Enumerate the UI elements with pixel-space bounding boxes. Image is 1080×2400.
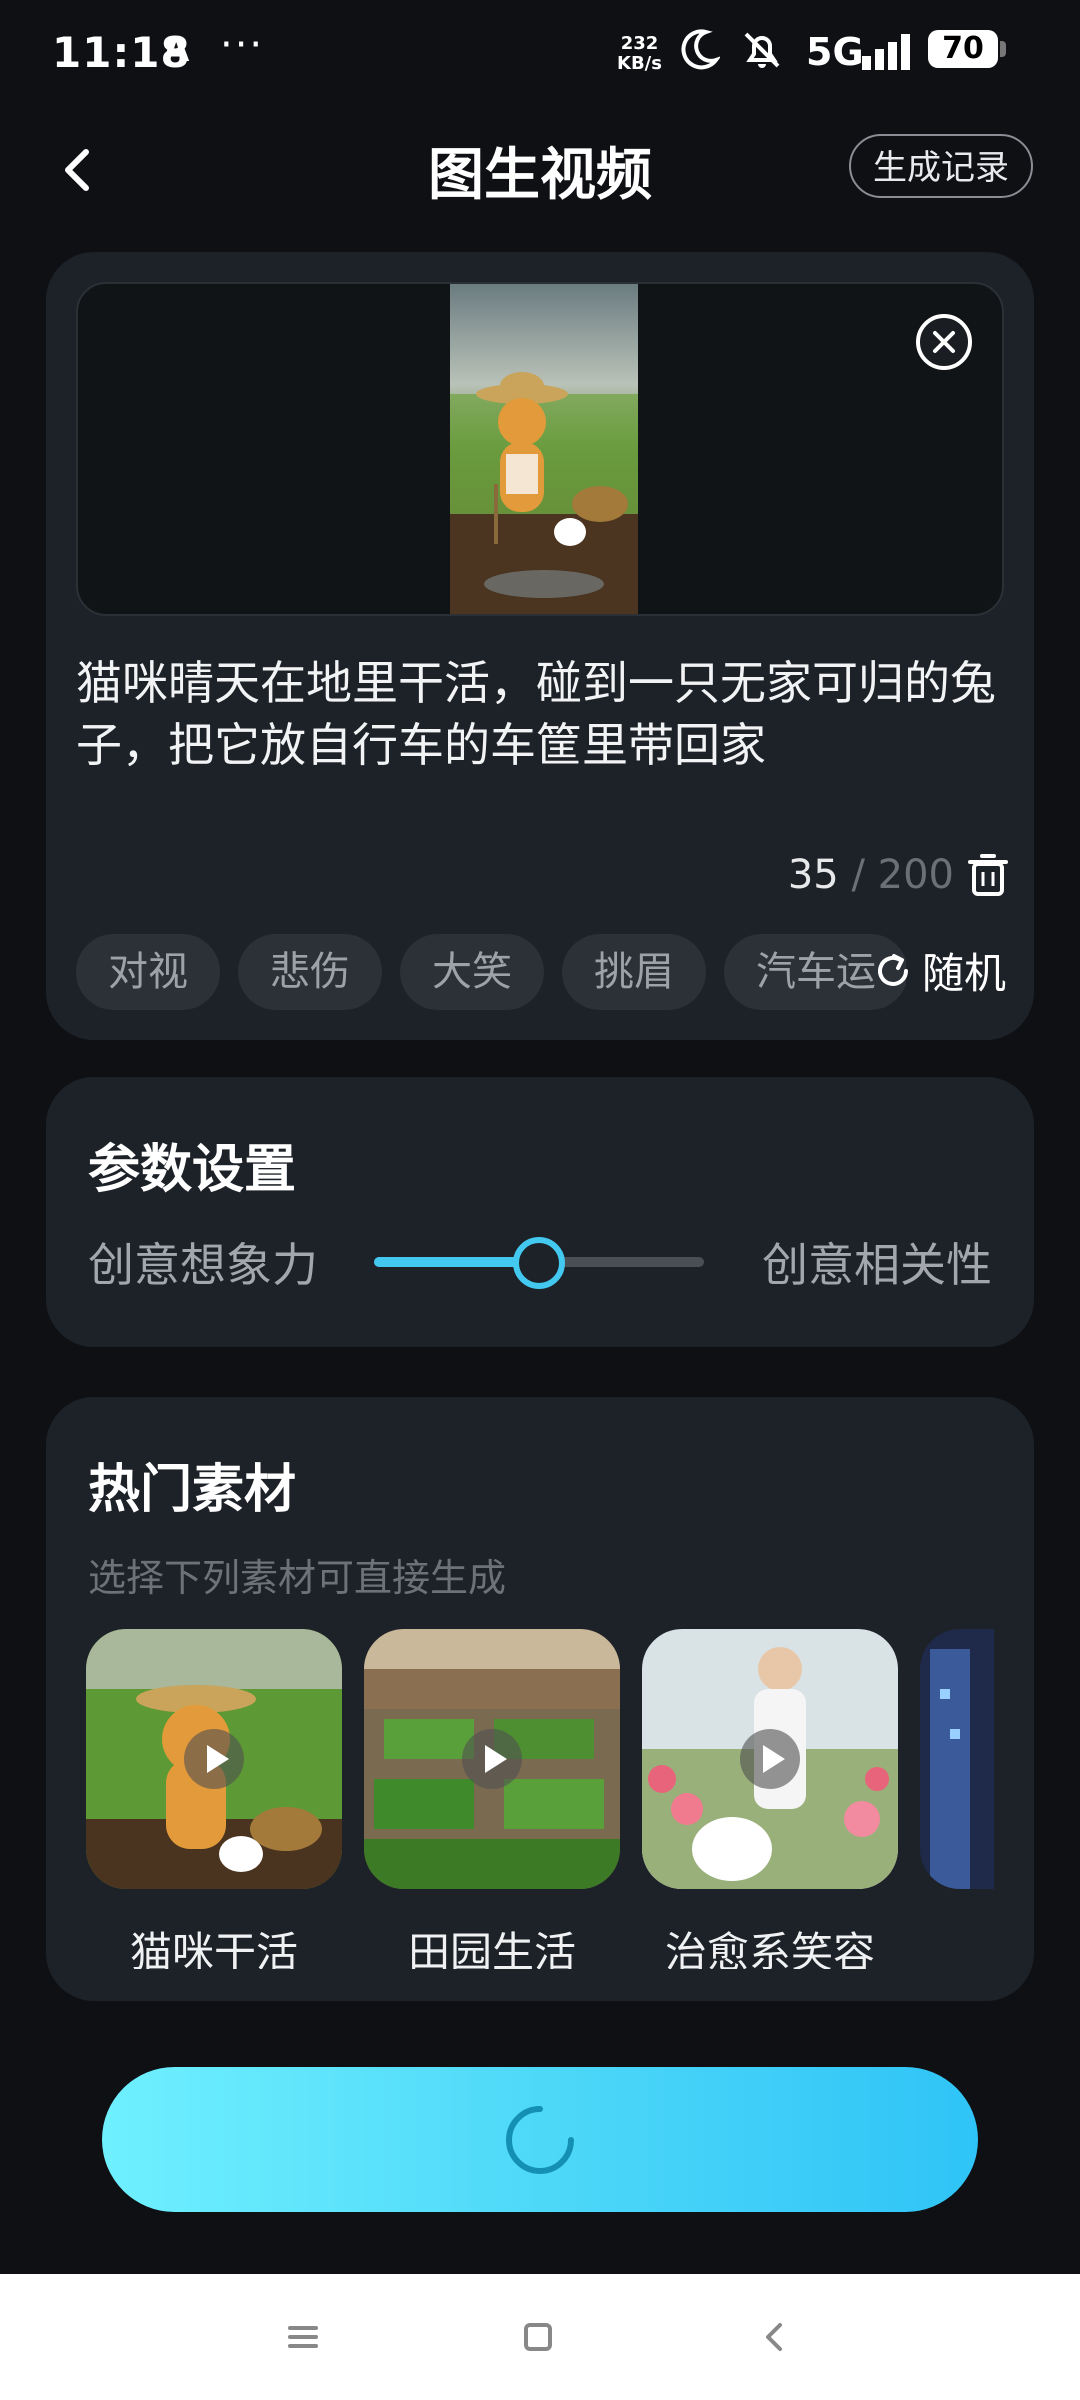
tag-list: 对视 悲伤 大笑 挑眉 汽车运 (76, 934, 906, 1014)
system-nav-bar (0, 2274, 1080, 2400)
tag-chip[interactable]: 对视 (76, 934, 220, 1010)
uploaded-image (450, 284, 638, 614)
uploaded-image-preview[interactable] (76, 282, 1004, 616)
more-notifications-icon: ··· (220, 22, 265, 68)
trash-icon[interactable] (968, 852, 1008, 898)
material-thumbnail (364, 1629, 620, 1889)
char-separator: / (851, 852, 865, 898)
material-item[interactable]: 田园生活 (364, 1629, 620, 1969)
material-label: 治愈系笑容 (664, 1928, 875, 1969)
generate-button[interactable] (102, 2067, 978, 2212)
random-button[interactable]: 随机 (874, 940, 1006, 1001)
char-counter: 35 / 200 (788, 852, 954, 898)
home-icon[interactable] (513, 2312, 563, 2362)
materials-subtitle: 选择下列素材可直接生成 (88, 1556, 507, 1600)
char-max: 200 (877, 852, 954, 898)
network-speed-unit: KB/s (617, 53, 662, 74)
play-icon (462, 1729, 522, 1789)
back-icon[interactable] (750, 2312, 800, 2362)
moon-icon (681, 29, 720, 70)
history-button[interactable]: 生成记录 (849, 134, 1033, 198)
material-label: 敖 (920, 1919, 994, 1969)
material-item[interactable]: 治愈系笑容 (642, 1629, 898, 1969)
materials-list: 猫咪干活 田园生活 治愈系笑容 (86, 1629, 994, 1969)
material-thumbnail (86, 1629, 342, 1889)
network-speed: 232 KB/s (617, 34, 662, 74)
material-label: 田园生活 (407, 1928, 576, 1969)
creativity-slider[interactable] (374, 1237, 704, 1289)
imagination-label: 创意想象力 (88, 1238, 318, 1292)
random-label: 随机 (921, 949, 1006, 998)
battery-icon: 70 (928, 30, 1006, 68)
material-item[interactable]: 猫咪干活 (86, 1629, 342, 1969)
tag-chip[interactable]: 大笑 (400, 934, 544, 1010)
char-count: 35 (787, 852, 839, 898)
network-speed-value: 232 (620, 33, 659, 54)
tag-chip[interactable]: 悲伤 (238, 934, 382, 1010)
status-bar: 11:18 A ··· 232 KB/s 5G 70 (0, 0, 1080, 110)
prompt-card: 猫咪晴天在地里干活，碰到一只无家可归的兔子，把它放自行车的车筐里带回家 35 /… (46, 252, 1034, 1040)
close-icon[interactable] (914, 312, 974, 372)
menu-icon[interactable] (278, 2312, 328, 2362)
materials-title: 热门素材 (88, 1460, 297, 1520)
play-icon (740, 1729, 800, 1789)
refresh-icon (878, 953, 908, 986)
tag-chip[interactable]: 挑眉 (562, 934, 706, 1010)
bell-muted-icon (744, 32, 780, 68)
loading-spinner-icon (506, 2106, 574, 2174)
materials-card: 热门素材 选择下列素材可直接生成 猫咪干活 田园生活 治愈系笑容 (46, 1397, 1034, 2001)
params-card: 参数设置 创意想象力 创意相关性 (46, 1077, 1034, 1347)
material-thumbnail (920, 1629, 994, 1889)
network-type: 5G (806, 30, 864, 74)
signal-icon (862, 34, 910, 70)
a-icon: A (163, 30, 190, 70)
prompt-text[interactable]: 猫咪晴天在地里干活，碰到一只无家可归的兔子，把它放自行车的车筐里带回家 (76, 652, 1004, 776)
relevance-label: 创意相关性 (762, 1238, 992, 1292)
material-label: 猫咪干活 (129, 1928, 298, 1969)
material-thumbnail (642, 1629, 898, 1889)
params-title: 参数设置 (88, 1140, 297, 1200)
slider-knob[interactable] (513, 1237, 565, 1289)
play-icon (184, 1729, 244, 1789)
material-item[interactable]: 敖 (920, 1629, 994, 1969)
